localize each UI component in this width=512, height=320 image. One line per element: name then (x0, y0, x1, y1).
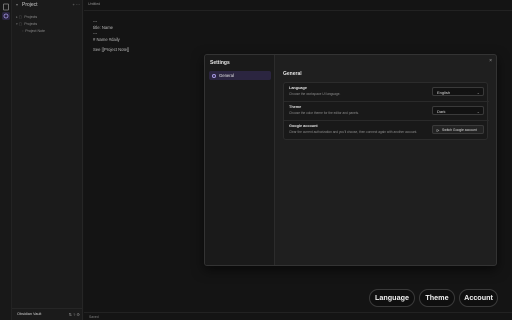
activity-bar (0, 0, 12, 320)
tree-item-file[interactable]: ▫ Project Note (12, 28, 83, 35)
select-value: English (437, 90, 451, 95)
file-icon: ▫ (22, 29, 24, 33)
language-select[interactable]: English ⌄ (432, 87, 484, 96)
editor-tab[interactable]: Untitled (88, 2, 100, 6)
setting-label: Language (289, 86, 307, 90)
settings-modal: Settings General × General Language Choo… (204, 54, 497, 266)
chevron-down-icon: ⌄ (476, 108, 480, 114)
explorer-title: Project (22, 2, 38, 8)
status-bar: Saved (84, 312, 512, 320)
close-icon[interactable]: × (489, 58, 492, 64)
doc-line: See [[Project Note]] (93, 47, 130, 52)
divider (84, 10, 512, 11)
setting-description: Choose the workspace UI language. (289, 91, 341, 96)
setting-description: Choose the color theme for the editor an… (289, 110, 359, 115)
tree-item-folder[interactable]: ▸ ▢ Projects (12, 14, 83, 21)
vault-switcher[interactable]: Obsidian Vault ⇅ ? ⚙ (12, 308, 83, 320)
files-icon[interactable] (2, 3, 10, 11)
setting-label: Google account (289, 124, 318, 128)
file-tree: ▸ ▢ Projects ▾ ▢ Projects ▫ Project Note (12, 14, 83, 35)
chevron-down-icon: ⌄ (476, 89, 480, 95)
settings-title: Settings (210, 60, 230, 66)
settings-icon[interactable] (2, 12, 10, 20)
explorer-header: ▾ Project + ⋯ (12, 0, 83, 11)
tree-item-label: Projects (24, 22, 38, 26)
folder-open-icon: ▾ ▢ (16, 22, 23, 26)
chevron-down-icon[interactable]: ▾ (16, 2, 18, 7)
theme-select[interactable]: Dark ⌄ (432, 106, 484, 115)
tree-item-folder[interactable]: ▾ ▢ Projects (12, 21, 83, 28)
setting-description: Clear the current authorization and you'… (289, 129, 418, 134)
google-account-setting: Google account Clear the current authori… (284, 121, 489, 140)
theme-button[interactable]: Theme (419, 289, 455, 307)
save-status: Saved (89, 314, 99, 319)
settings-card: Language Choose the workspace UI languag… (283, 82, 489, 140)
settings-nav-general[interactable]: General (209, 71, 271, 80)
settings-sidebar: Settings General (205, 55, 275, 265)
vault-name: Obsidian Vault (17, 312, 42, 316)
folder-icon: ▸ ▢ (16, 15, 23, 19)
explorer-actions[interactable]: + ⋯ (73, 2, 80, 7)
select-value: Dark (437, 109, 446, 114)
settings-nav-label: General (219, 73, 234, 78)
tree-item-label: Projects (24, 15, 38, 19)
document-body[interactable]: --- title: Name --- # Name #daily See [[… (93, 19, 129, 53)
button-label: Switch Google account (442, 128, 477, 133)
settings-pane: General Language Choose the workspace UI… (283, 71, 489, 140)
switch-google-account-button[interactable]: ⟳ Switch Google account (432, 125, 484, 134)
language-setting: Language Choose the workspace UI languag… (284, 83, 489, 102)
general-icon (212, 73, 216, 78)
tree-item-label: Project Note (25, 29, 46, 33)
file-explorer: ▾ Project + ⋯ ▸ ▢ Projects ▾ ▢ Projects … (12, 0, 83, 320)
refresh-icon: ⟳ (436, 127, 440, 133)
language-button[interactable]: Language (369, 289, 415, 307)
section-title: General (283, 71, 302, 77)
theme-setting: Theme Choose the color theme for the edi… (284, 102, 489, 121)
setting-label: Theme (289, 105, 302, 109)
account-button[interactable]: Account (459, 289, 498, 307)
vault-actions-icon[interactable]: ⇅ ? ⚙ (69, 312, 80, 317)
